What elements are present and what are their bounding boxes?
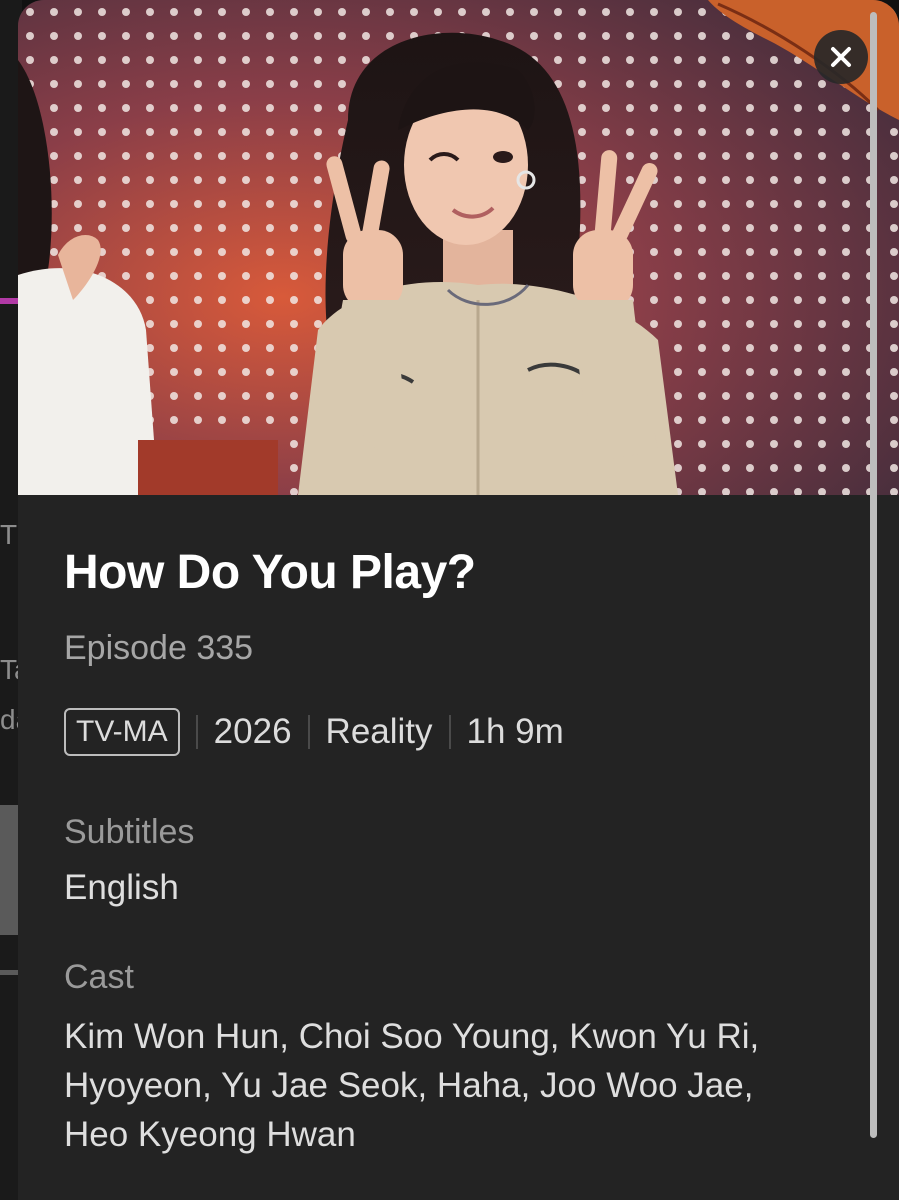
duration: 1h 9m xyxy=(466,712,564,751)
close-icon xyxy=(831,47,851,67)
episode-hero-image xyxy=(18,0,899,495)
episode-number: Episode 335 xyxy=(64,629,254,667)
metadata-separator xyxy=(448,715,451,749)
episode-detail-sheet: How Do You Play? Episode 335 TV-MA 2026 … xyxy=(18,0,899,1200)
cast-line: Hyoyeon, Yu Jae Seok, Haha, Joo Woo Jae, xyxy=(64,1066,754,1105)
screen: T Ta da How Do You Play? Episode 335 TV-… xyxy=(0,0,899,1200)
cast-label: Cast xyxy=(64,958,134,996)
close-button[interactable] xyxy=(814,30,868,84)
show-title: How Do You Play? xyxy=(64,546,476,599)
release-year: 2026 xyxy=(213,712,292,751)
metadata-separator xyxy=(307,715,310,749)
scrollbar[interactable] xyxy=(870,12,877,1138)
metadata-separator xyxy=(195,715,198,749)
cast-line: Kim Won Hun, Choi Soo Young, Kwon Yu Ri, xyxy=(64,1017,760,1056)
maturity-rating-badge: TV-MA xyxy=(64,708,180,756)
metadata-row: TV-MA 2026 Reality 1h 9m xyxy=(64,707,564,757)
genre: Reality xyxy=(325,712,433,751)
subtitles-label: Subtitles xyxy=(64,813,195,851)
background-text: T xyxy=(0,519,18,550)
subtitles-value: English xyxy=(64,868,179,907)
cast-line: Heo Kyeong Hwan xyxy=(64,1115,356,1154)
